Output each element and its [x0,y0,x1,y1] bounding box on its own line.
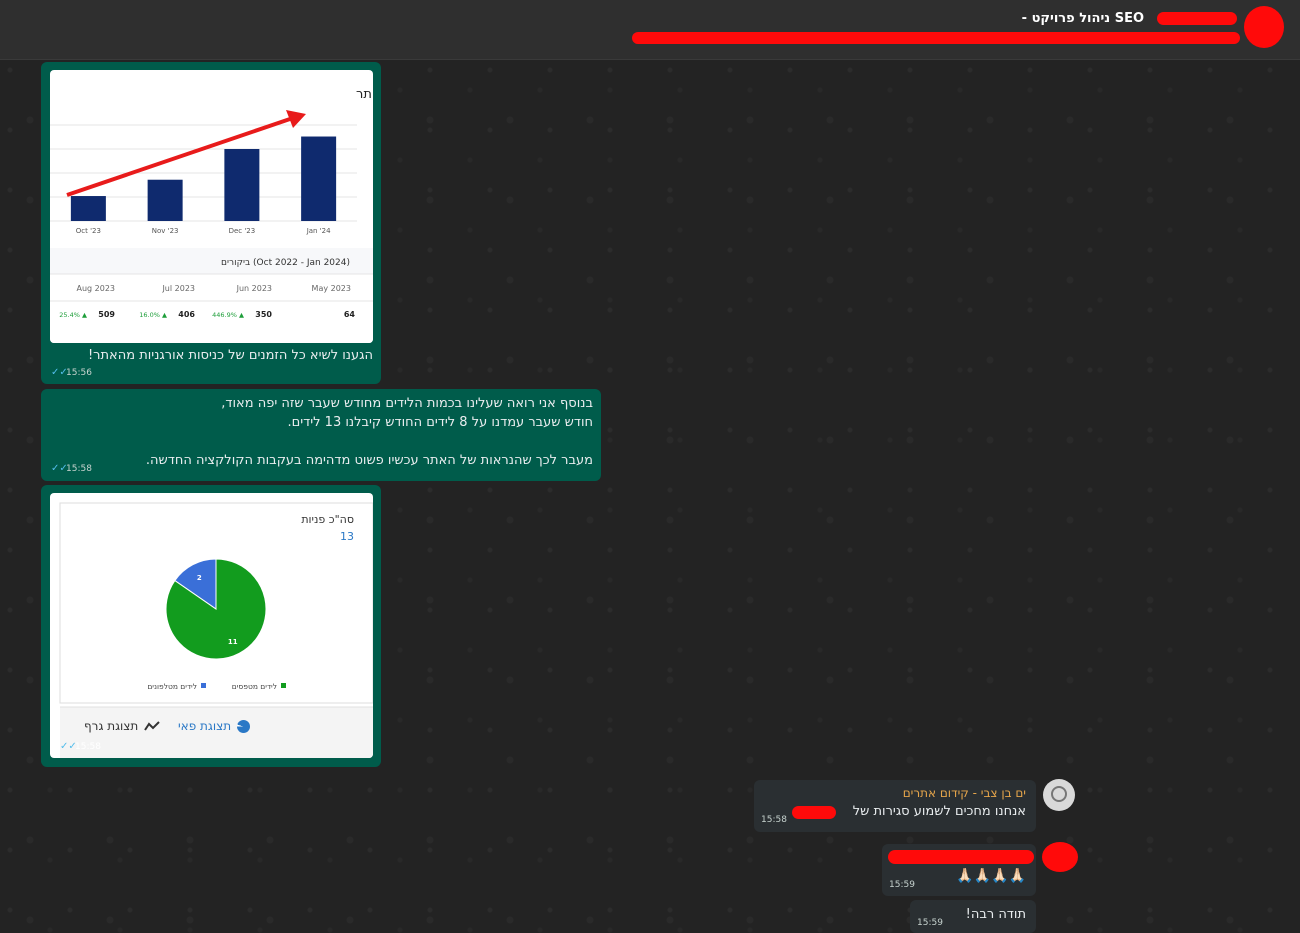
message-time: 15:59 [889,880,915,890]
message-time: 15:58 [75,742,101,752]
legend-swatch [281,683,286,688]
avatar-face-icon [1051,786,1067,802]
bar [147,179,183,221]
message-time: 15:58 [66,464,92,474]
bar-chart: תנועה אורגנית (כלבד) לאתר Oct '23 Nov '23… [50,87,373,343]
traffic-chart-image[interactable]: תנועה אורגנית (כלבד) לאתר Oct '23 Nov '23… [50,70,373,343]
table-value: 64 [344,310,356,319]
message-line: מעבר לכך שהנראות של האתר עכשיו פשוט מדהי… [145,453,593,468]
redacted-name [1157,12,1237,25]
table-header: May 2023 [312,284,351,293]
x-tick-label: Oct '23 [76,227,101,235]
chat-header[interactable]: SEO ניהול פרויקט - [0,0,1300,60]
message-text: הגענו לשיא כל הזמנים של כניסות אורגניות … [87,348,373,363]
redacted-subtitle [632,32,1240,44]
chat-title: SEO ניהול פרויקט - [1021,11,1144,26]
pie-slice-label: 11 [228,638,238,646]
message-line: חודש שעבר עמדנו על 8 לידים החודש קיבלנו … [287,415,593,430]
bar [224,149,260,221]
message-line-bold: חודש שעבר עמדנו על 8 לידים החודש קיבלנו … [287,415,593,430]
message-bubble[interactable]: תנועה אורגנית (כלבד) לאתר Oct '23 Nov '23… [41,62,381,384]
x-tick-label: Nov '23 [152,227,179,235]
bar [70,196,106,221]
redacted-name [792,806,836,819]
pie-view-label: תצוגת פאי [178,719,232,733]
bar [301,136,337,221]
message-time: 15:56 [66,368,92,378]
sender-avatar[interactable] [1042,842,1078,872]
message-bubble[interactable]: בנוסף אני רואה שעלינו בכמות הלידים מחודש… [41,389,601,481]
message-bubble[interactable]: 🙏🏻🙏🏻🙏🏻🙏🏻 15:59 [882,844,1036,896]
legend-swatch [201,683,206,688]
message-text: אנחנו מחכים לשמוע סגירות של [852,804,1026,819]
sender-avatar[interactable] [1043,779,1075,811]
leads-pie-image[interactable]: סה"כ פניות 13 2 11 לידים מטפסים לידים מטלפ… [50,493,373,758]
table-header: Jul 2023 [161,284,195,293]
pie-title: סה"כ פניות [301,513,354,526]
x-tick-label: Dec '23 [229,227,256,235]
table-value: 509 [98,310,115,319]
table-value: 350 [255,310,272,319]
pie-view-button[interactable]: תצוגת פאי [178,719,251,733]
message-time: 15:58 [761,815,787,825]
message-bubble[interactable]: תודה רבה! 15:59 [910,900,1036,933]
table-header: Jun 2023 [236,284,272,293]
legend-label: לידים מטפסים [232,682,277,691]
legend-label: לידים מטלפונים [147,682,197,691]
graph-view-button[interactable]: תצוגת גרף [84,719,161,733]
table-value: 406 [178,310,195,319]
chart-title: תנועה אורגנית (כלבד) לאתר [356,87,373,102]
message-bubble[interactable]: ים בן צבי - קידום אתרים אנחנו מחכים לשמו… [754,780,1036,832]
table-change: 16.0% ▲ [139,311,167,319]
message-bubble[interactable]: סה"כ פניות 13 2 11 לידים מטפסים לידים מטלפ… [41,485,381,767]
message-emoji: 🙏🏻🙏🏻🙏🏻🙏🏻 [956,868,1026,884]
message-line: בנוסף אני רואה שעלינו בכמות הלידים מחודש… [221,396,593,411]
redacted-sender-name [888,850,1034,864]
table-caption: ביקורים (Oct 2022 - Jan 2024) [221,258,350,268]
table-header: Aug 2023 [76,284,115,293]
group-avatar[interactable] [1244,6,1284,48]
pie-total: 13 [340,530,354,543]
line-chart-icon [144,721,161,731]
message-text: תודה רבה! [965,907,1026,922]
message-time: 15:59 [917,918,943,928]
table-change: 25.4% ▲ [59,311,87,319]
table-change: 446.9% ▲ [212,311,244,319]
pie-slice-label: 2 [197,574,202,582]
graph-view-label: תצוגת גרף [84,719,139,733]
x-tick-label: Jan '24 [306,227,331,235]
pie-chart-icon [237,719,251,733]
sender-name[interactable]: ים בן צבי - קידום אתרים [903,786,1026,800]
